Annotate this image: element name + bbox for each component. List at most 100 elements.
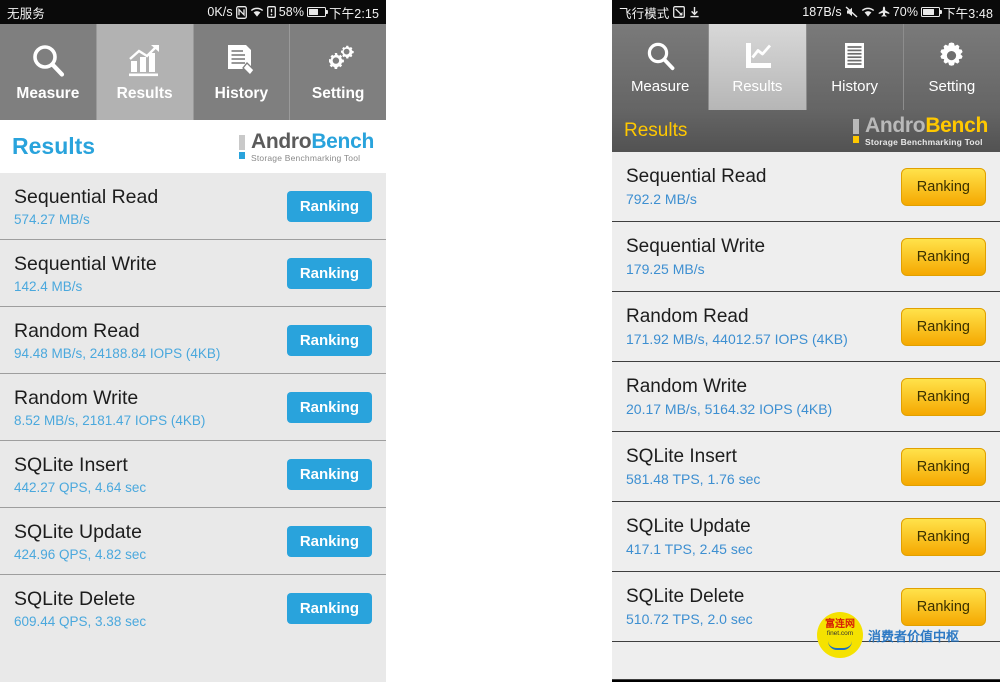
gears-icon xyxy=(319,42,357,80)
left-phone-screenshot: 无服务 0K/s 58% 下午2:15 Measure Results Hist… xyxy=(0,0,386,682)
document-pencil-icon xyxy=(222,42,260,80)
logo-bars-icon xyxy=(238,134,245,159)
ranking-button[interactable]: Ranking xyxy=(286,324,372,356)
tab-results[interactable]: Results xyxy=(96,24,194,120)
table-row[interactable]: Random Read 94.48 MB/s, 24188.84 IOPS (4… xyxy=(0,307,386,374)
tab-label: Results xyxy=(732,77,783,95)
screenshot-canvas: 无服务 0K/s 58% 下午2:15 Measure Results Hist… xyxy=(0,0,1000,682)
watermark: 富连网 finet.com 消费者价值中枢 xyxy=(817,612,959,658)
result-name: SQLite Delete xyxy=(626,586,745,607)
network-speed-label: 187B/s xyxy=(802,5,842,19)
tab-history[interactable]: History xyxy=(807,24,904,110)
result-value: 142.4 MB/s xyxy=(14,278,83,294)
ranking-button[interactable]: Ranking xyxy=(286,525,372,557)
gear-icon xyxy=(935,40,968,73)
ranking-button[interactable]: Ranking xyxy=(286,190,372,222)
line-chart-axes-icon xyxy=(741,40,774,73)
ranking-button[interactable]: Ranking xyxy=(900,377,986,416)
list-empty-space xyxy=(0,642,386,682)
result-value: 417.1 TPS, 2.45 sec xyxy=(626,541,753,557)
carrier-label: 飞行模式 xyxy=(619,6,670,21)
result-name: Sequential Read xyxy=(626,166,767,187)
watermark-text: 消费者价值中枢 xyxy=(868,628,960,644)
tab-setting[interactable]: Setting xyxy=(904,24,1000,110)
sim-card-icon xyxy=(266,6,276,18)
tab-measure[interactable]: Measure xyxy=(612,24,710,110)
result-value: 792.2 MB/s xyxy=(626,191,697,207)
androbench-logo: AndroBench Storage Benchmarking Tool xyxy=(852,114,988,148)
ranking-button[interactable]: Ranking xyxy=(286,458,372,490)
result-name: Sequential Write xyxy=(14,252,157,275)
result-name: Random Read xyxy=(14,319,140,342)
ranking-button[interactable]: Ranking xyxy=(900,237,986,276)
result-value: 574.27 MB/s xyxy=(14,211,90,227)
right-tab-bar: Measure Results History Setting xyxy=(612,24,1000,110)
network-speed-label: 0K/s xyxy=(207,5,233,19)
result-value: 442.27 QPS, 4.64 sec xyxy=(14,479,147,495)
right-phone-screenshot: 飞行模式 187B/s 70% 下午3:48 Measure Results H… xyxy=(612,0,1000,682)
result-value: 510.72 TPS, 2.0 sec xyxy=(626,611,753,627)
battery-icon xyxy=(921,7,943,17)
result-value: 581.48 TPS, 1.76 sec xyxy=(626,471,761,487)
table-row[interactable]: SQLite Update 417.1 TPS, 2.45 sec Rankin… xyxy=(612,502,1000,572)
result-value: 609.44 QPS, 3.38 sec xyxy=(14,614,147,629)
table-row[interactable]: Random Write 20.17 MB/s, 5164.32 IOPS (4… xyxy=(612,362,1000,432)
ranking-button[interactable]: Ranking xyxy=(286,257,372,289)
table-row[interactable]: Random Read 171.92 MB/s, 44012.57 IOPS (… xyxy=(612,292,1000,362)
result-value: 171.92 MB/s, 44012.57 IOPS (4KB) xyxy=(626,331,848,347)
result-name: SQLite Update xyxy=(14,520,142,543)
tab-label: Setting xyxy=(311,84,365,102)
clock-label: 下午2:15 xyxy=(329,6,379,21)
left-results-list: Sequential Read 574.27 MB/s Ranking Sequ… xyxy=(0,173,386,682)
tab-label: Measure xyxy=(630,77,690,95)
right-title-bar: Results AndroBench Storage Benchmarking … xyxy=(612,110,1000,152)
result-value: 179.25 MB/s xyxy=(626,261,705,277)
page-title: Results xyxy=(12,133,96,159)
screenshot-icon xyxy=(673,6,686,18)
table-row[interactable]: SQLite Insert 581.48 TPS, 1.76 sec Ranki… xyxy=(612,432,1000,502)
logo-word1: Andro xyxy=(864,114,926,138)
ranking-button[interactable]: Ranking xyxy=(900,447,986,486)
ranking-button[interactable]: Ranking xyxy=(900,307,986,346)
result-name: Sequential Write xyxy=(626,236,766,257)
tab-measure[interactable]: Measure xyxy=(0,24,97,120)
tab-label: Measure xyxy=(16,84,80,102)
lines-document-icon xyxy=(838,40,871,73)
tab-label: Results xyxy=(116,84,173,102)
tab-history[interactable]: History xyxy=(194,24,291,120)
logo-bars-icon xyxy=(852,119,859,143)
logo-word2: Bench xyxy=(311,129,374,153)
smile-icon xyxy=(828,641,852,650)
left-title-bar: Results AndroBench Storage Benchmarking … xyxy=(0,120,386,173)
table-row[interactable]: Sequential Write 179.25 MB/s Ranking xyxy=(612,222,1000,292)
ranking-button[interactable]: Ranking xyxy=(286,593,372,624)
mute-icon xyxy=(845,6,858,18)
result-value: 8.52 MB/s, 2181.47 IOPS (4KB) xyxy=(14,412,206,428)
result-name: Random Write xyxy=(626,376,748,397)
table-row[interactable]: SQLite Insert 442.27 QPS, 4.64 sec Ranki… xyxy=(0,441,386,508)
table-row[interactable]: Sequential Write 142.4 MB/s Ranking xyxy=(0,240,386,307)
result-value: 94.48 MB/s, 24188.84 IOPS (4KB) xyxy=(14,345,221,361)
battery-percent-label: 70% xyxy=(892,5,919,19)
logo-word1: Andro xyxy=(250,129,312,153)
battery-percent-label: 58% xyxy=(278,5,305,19)
ranking-button[interactable]: Ranking xyxy=(286,391,372,423)
tab-results[interactable]: Results xyxy=(709,24,807,110)
table-row[interactable]: Random Write 8.52 MB/s, 2181.47 IOPS (4K… xyxy=(0,374,386,441)
table-row[interactable]: SQLite Update 424.96 QPS, 4.82 sec Ranki… xyxy=(0,508,386,575)
watermark-badge-top: 富连网 xyxy=(825,619,855,631)
table-row[interactable]: Sequential Read 574.27 MB/s Ranking xyxy=(0,173,386,240)
page-title: Results xyxy=(624,120,688,141)
wifi-icon xyxy=(861,7,875,18)
tab-setting[interactable]: Setting xyxy=(290,24,386,120)
androbench-logo: AndroBench Storage Benchmarking Tool xyxy=(238,129,374,163)
left-tab-bar: Measure Results History Setting xyxy=(0,24,386,120)
wifi-icon xyxy=(250,7,264,18)
watermark-badge-bottom: finet.com xyxy=(826,630,854,638)
ranking-button[interactable]: Ranking xyxy=(900,517,986,556)
ranking-button[interactable]: Ranking xyxy=(900,167,986,206)
table-row[interactable]: SQLite Delete 609.44 QPS, 3.38 sec Ranki… xyxy=(0,575,386,642)
logo-tagline: Storage Benchmarking Tool xyxy=(864,137,983,148)
table-row[interactable]: Sequential Read 792.2 MB/s Ranking xyxy=(612,152,1000,222)
logo-word2: Bench xyxy=(925,114,988,138)
